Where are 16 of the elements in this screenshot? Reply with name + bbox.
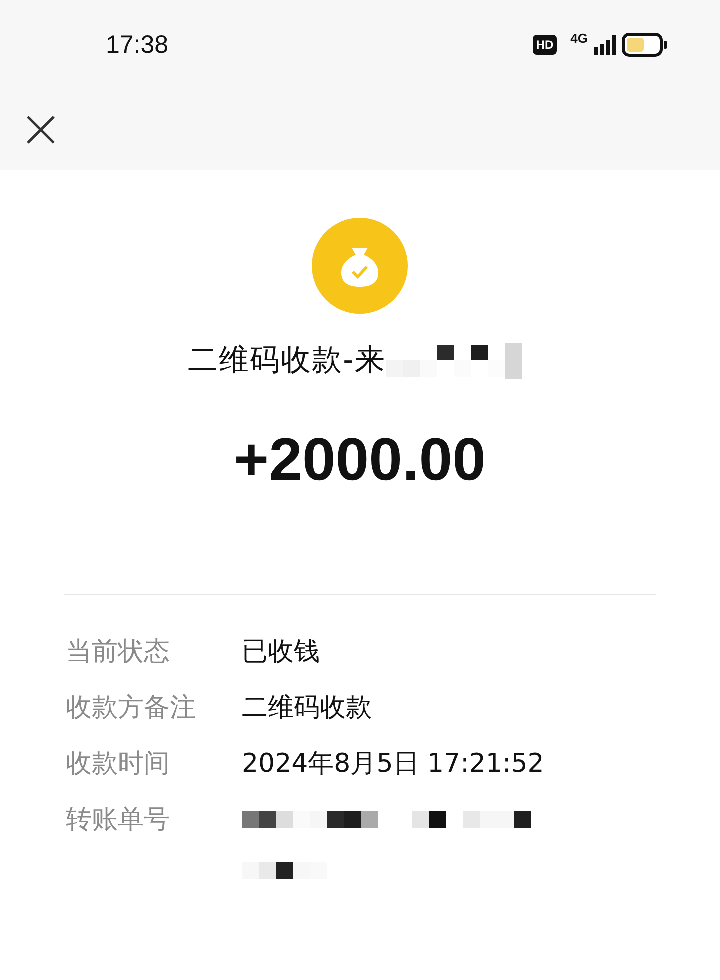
close-icon[interactable] <box>26 115 56 145</box>
network-label: 4G <box>570 31 588 46</box>
amount-text: +2000.00 <box>234 425 486 494</box>
detail-value: 2024年8月5日 17:21:52 <box>242 748 544 781</box>
battery-icon <box>622 33 668 57</box>
hd-badge: HD <box>533 35 557 55</box>
detail-value: 二维码收款 <box>242 692 372 725</box>
status-time: 17:38 <box>106 30 169 60</box>
money-bag-icon <box>312 218 408 314</box>
detail-label: 收款方备注 <box>66 692 197 725</box>
detail-value: 已收钱 <box>242 636 320 669</box>
signal-icon <box>594 35 616 55</box>
detail-label: 当前状态 <box>66 636 171 669</box>
transaction-title: 二维码收款-来 <box>188 342 386 380</box>
detail-label: 收款时间 <box>66 748 171 781</box>
detail-label: 转账单号 <box>66 804 171 837</box>
